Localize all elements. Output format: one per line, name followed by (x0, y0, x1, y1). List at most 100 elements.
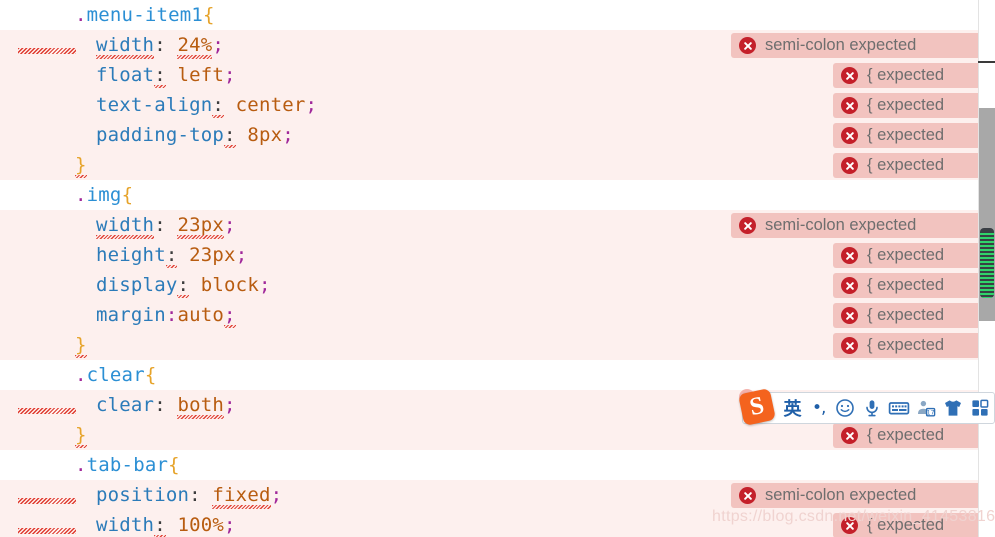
code-line-text: .clear{ (75, 360, 156, 390)
code-line-text: .menu-item1{ (75, 0, 215, 30)
code-token: } (75, 330, 87, 360)
code-token: left (177, 64, 225, 86)
error-badge[interactable]: semi-colon expected (731, 213, 985, 238)
code-line[interactable]: } (0, 420, 978, 450)
error-badge[interactable]: semi-colon expected (731, 33, 985, 58)
code-line-text: display: block; (96, 270, 271, 300)
error-circle-x-icon (739, 487, 756, 504)
microphone-icon[interactable] (858, 393, 885, 423)
code-line-text: text-align: center; (96, 90, 317, 120)
code-token: ; (305, 94, 318, 116)
code-token: { (203, 4, 215, 26)
toolbox-grid-icon[interactable] (967, 393, 994, 423)
keyboard-icon[interactable] (886, 393, 913, 423)
code-token: . (75, 4, 87, 26)
minimap-lines (980, 233, 994, 298)
code-line-text: margin:auto; (96, 300, 236, 330)
error-badge[interactable]: { expected (833, 333, 985, 358)
error-badge[interactable]: { expected (833, 153, 985, 178)
code-token: 23px (177, 210, 224, 240)
error-badge[interactable]: { expected (833, 273, 985, 298)
error-message-text: semi-colon expected (765, 36, 917, 55)
svg-text:17: 17 (927, 409, 935, 416)
code-line[interactable]: float: left; (0, 60, 978, 90)
emoji-icon[interactable] (831, 393, 858, 423)
code-line[interactable]: text-align: center; (0, 90, 978, 120)
error-message-text: { expected (867, 276, 945, 295)
code-line-text: position: fixed; (96, 480, 282, 510)
gutter-error-squiggle (18, 528, 76, 534)
ime-toolbar[interactable]: 英 •, 17 (742, 392, 995, 424)
error-badge[interactable]: { expected (833, 93, 985, 118)
error-badge[interactable]: { expected (833, 303, 985, 328)
code-line-text: height: 23px; (96, 240, 247, 270)
code-line-text: width: 100%; (96, 510, 236, 537)
skin-shirt-icon[interactable] (940, 393, 967, 423)
gutter-error-squiggle (18, 408, 76, 414)
error-badge[interactable]: { expected (833, 63, 985, 88)
code-token: ; (270, 484, 283, 506)
code-line-text: padding-top: 8px; (96, 120, 294, 150)
error-badge[interactable]: { expected (833, 243, 985, 268)
error-message-text: { expected (867, 306, 945, 325)
error-message-text: { expected (867, 66, 945, 85)
error-badge[interactable]: semi-colon expected (731, 483, 985, 508)
code-line[interactable]: .img{ (0, 180, 978, 210)
code-token: height (96, 244, 166, 266)
code-line[interactable]: padding-top: 8px; (0, 120, 978, 150)
code-line[interactable]: .clear{ (0, 360, 978, 390)
code-token: clear (96, 394, 155, 416)
error-circle-x-icon (841, 427, 858, 444)
code-token: 100% (177, 514, 225, 536)
code-token: . (75, 454, 87, 476)
code-token: clear (86, 364, 145, 386)
code-token: ; (258, 274, 271, 296)
sogou-logo-icon[interactable]: S (738, 388, 776, 426)
code-line[interactable]: .tab-bar{ (0, 450, 978, 480)
error-circle-x-icon (841, 307, 858, 324)
code-line[interactable]: display: block; (0, 270, 978, 300)
code-line[interactable]: .menu-item1{ (0, 0, 978, 30)
error-circle-x-icon (841, 157, 858, 174)
error-circle-x-icon (841, 247, 858, 264)
code-line[interactable]: } (0, 330, 978, 360)
code-minimap[interactable] (980, 228, 994, 298)
code-token: } (75, 150, 87, 180)
ime-punctuation-toggle[interactable]: •, (806, 393, 831, 423)
code-token: . (75, 184, 87, 206)
code-token: ; (212, 34, 225, 56)
code-token: block (200, 274, 259, 296)
code-token: display (96, 274, 178, 296)
code-token: : (212, 90, 224, 120)
code-token: margin (96, 304, 166, 326)
code-line[interactable]: margin:auto; (0, 300, 978, 330)
error-circle-x-icon (739, 217, 756, 234)
error-circle-x-icon (841, 67, 858, 84)
code-token: ; (224, 300, 236, 330)
code-token: : (165, 240, 178, 270)
error-badge[interactable]: { expected (833, 123, 985, 148)
code-token: { (144, 364, 157, 386)
code-token: text-align (96, 94, 213, 116)
code-token: tab-bar (86, 454, 169, 476)
user-box-icon[interactable]: 17 (913, 393, 940, 423)
error-message-text: { expected (867, 246, 945, 265)
ime-mode-toggle[interactable]: 英 (779, 393, 806, 423)
code-token: : (189, 484, 201, 506)
error-circle-x-icon (841, 337, 858, 354)
code-editor-surface[interactable]: .menu-item1{width: 24%; float: left; text-… (0, 0, 978, 537)
error-badge[interactable]: { expected (833, 423, 985, 448)
code-token: } (75, 420, 87, 450)
code-token: { (121, 184, 134, 206)
code-line-text: } (75, 150, 87, 180)
code-line[interactable]: height: 23px; (0, 240, 978, 270)
code-line-text: float: left; (96, 60, 236, 90)
code-line[interactable]: } (0, 150, 978, 180)
code-token: img (86, 184, 122, 206)
code-token: float (96, 64, 155, 86)
code-line-text: .tab-bar{ (75, 450, 180, 480)
error-message-text: { expected (867, 156, 945, 175)
